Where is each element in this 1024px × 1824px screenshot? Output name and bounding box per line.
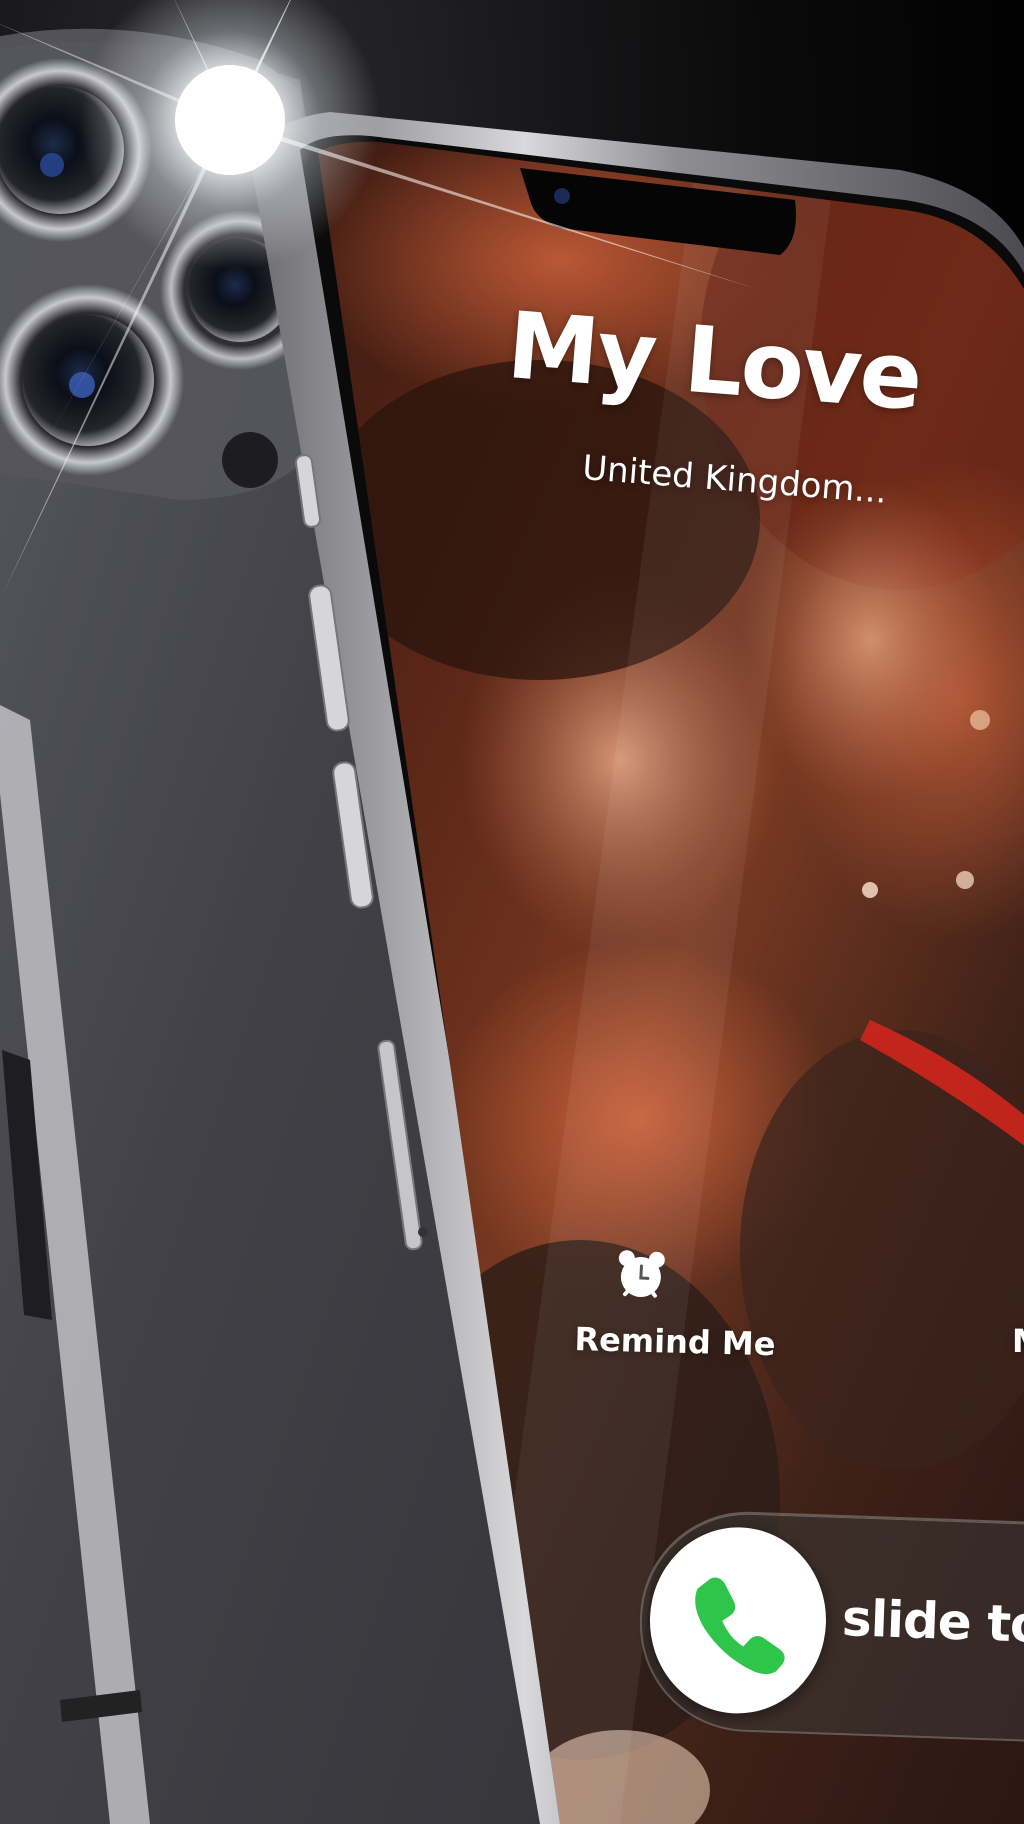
remind-me-button-label[interactable]: Remind Me — [574, 1320, 776, 1363]
message-button-label[interactable]: M — [1012, 1322, 1024, 1360]
camera-lens-2 — [0, 284, 184, 476]
front-camera — [554, 188, 570, 204]
alarm-clock-icon[interactable] — [611, 1245, 672, 1306]
promo-scene: My Love United Kingdom... Remind Me M sl… — [0, 0, 1024, 1824]
slide-to-answer-label: slide to an — [841, 1589, 1024, 1657]
answer-call-knob[interactable] — [646, 1524, 830, 1717]
phone-handset-icon — [695, 1577, 785, 1675]
lidar-sensor — [222, 432, 278, 488]
slide-to-answer-track[interactable]: slide to an — [636, 1508, 1024, 1747]
